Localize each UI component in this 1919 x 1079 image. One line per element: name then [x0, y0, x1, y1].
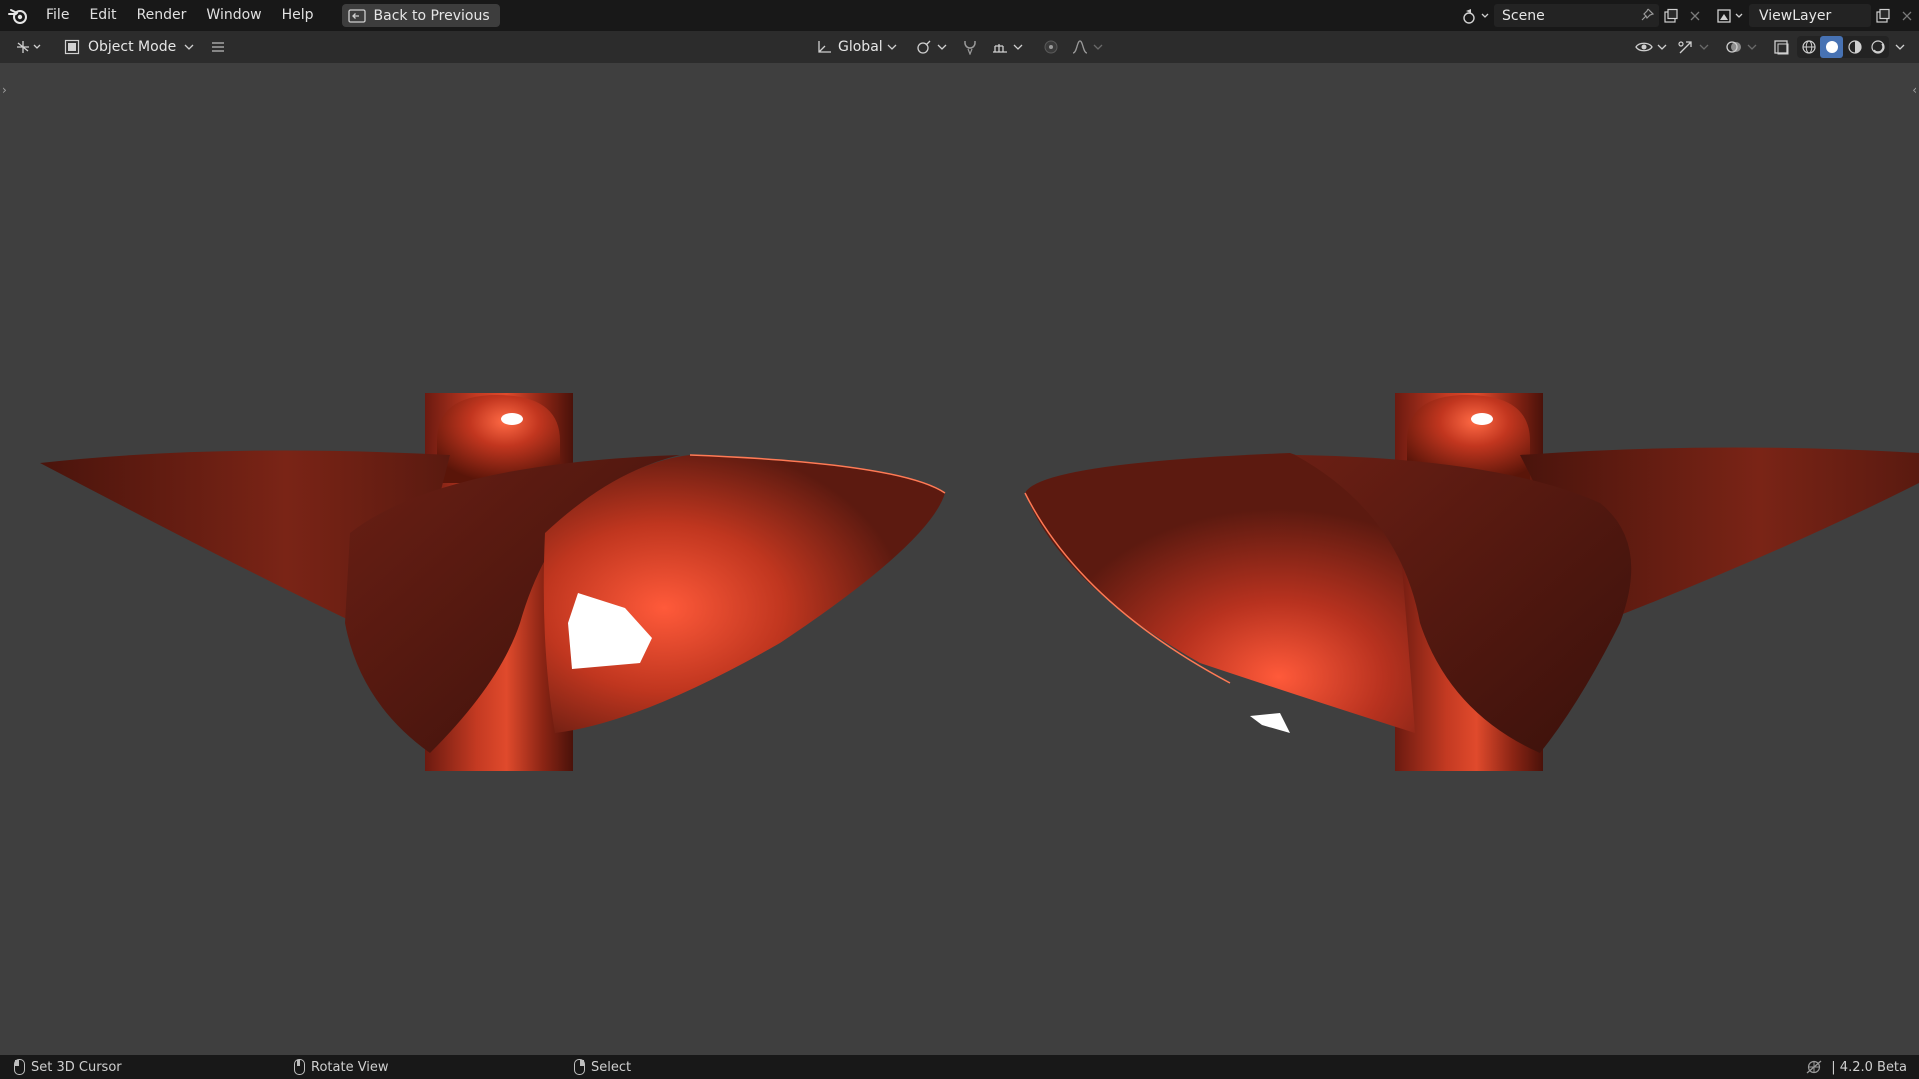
- falloff-curve-icon: [1072, 40, 1087, 54]
- viewport-display-tools: [1631, 31, 1909, 63]
- status-bar: Set 3D Cursor Rotate View Select | 4.2.0…: [0, 1055, 1919, 1079]
- menu-toggle-icon[interactable]: [208, 37, 228, 57]
- chevron-down-icon: [1093, 44, 1103, 50]
- status-left-click: Set 3D Cursor: [14, 1055, 122, 1079]
- scene-name: Scene: [1502, 7, 1545, 24]
- rendered-sphere-icon: [1870, 40, 1885, 54]
- pivot-point-dropdown[interactable]: [911, 35, 951, 59]
- network-disabled-icon: [1806, 1060, 1822, 1074]
- chevron-down-icon: [1657, 44, 1667, 50]
- viewport-header: Object Mode Global: [0, 31, 1919, 63]
- delete-scene-icon[interactable]: [1683, 4, 1707, 27]
- right-propeller: [1024, 393, 1919, 771]
- rendered-shading-button[interactable]: [1866, 36, 1889, 58]
- back-to-previous-button[interactable]: Back to Previous: [341, 4, 500, 27]
- orientation-axes-icon: [818, 41, 831, 53]
- version-label: | 4.2.0 Beta: [1831, 1059, 1907, 1075]
- version-info: | 4.2.0 Beta: [1805, 1055, 1907, 1079]
- snap-toggle[interactable]: [957, 35, 983, 59]
- transform-orientation-label: Global: [838, 39, 883, 55]
- object-mode-dropdown[interactable]: Object Mode: [58, 35, 200, 59]
- wireframe-sphere-icon: [1801, 40, 1816, 54]
- status-right-click-label: Select: [591, 1059, 632, 1075]
- menu-file[interactable]: File: [36, 0, 79, 31]
- view-layer-name: ViewLayer: [1759, 7, 1832, 24]
- propeller-render: [40, 393, 1919, 771]
- view-layer-name-field[interactable]: ViewLayer: [1749, 4, 1871, 27]
- wireframe-shading-button[interactable]: [1797, 36, 1820, 58]
- chevron-down-icon: [1699, 44, 1709, 50]
- chevron-down-icon: [184, 44, 194, 50]
- snap-target-dropdown[interactable]: [987, 35, 1027, 59]
- gizmo-toggle[interactable]: [1673, 35, 1713, 59]
- object-mode-icon: [64, 39, 80, 55]
- back-arrow-icon: [347, 8, 366, 24]
- solid-shading-button[interactable]: [1820, 36, 1843, 58]
- overlays-icon: [1726, 41, 1741, 53]
- blender-logo-icon[interactable]: [0, 0, 36, 31]
- proportional-editing-toggle[interactable]: [1039, 35, 1063, 59]
- chevron-down-icon: [1747, 44, 1757, 50]
- editor-type-icon[interactable]: [12, 35, 46, 59]
- menu-window[interactable]: Window: [196, 0, 271, 31]
- transform-tools: Global: [812, 31, 1107, 63]
- proportional-editing-icon: [1044, 40, 1058, 54]
- magnet-icon: [963, 41, 976, 55]
- transform-orientation-dropdown[interactable]: Global: [812, 35, 901, 59]
- scene-browse-icon[interactable]: [1458, 5, 1494, 27]
- object-mode-label: Object Mode: [88, 39, 177, 55]
- solid-sphere-icon: [1825, 41, 1838, 53]
- xray-icon: [1774, 40, 1789, 55]
- new-view-layer-icon[interactable]: [1871, 4, 1895, 27]
- overlays-toggle[interactable]: [1721, 35, 1761, 59]
- eye-icon: [1635, 42, 1653, 52]
- workspace-selectors: Scene ViewLayer: [1458, 0, 1919, 31]
- chevron-down-icon: [1013, 44, 1023, 50]
- top-menubar: File Edit Render Window Help Back to Pre…: [0, 0, 1919, 31]
- view-layer-browse-icon[interactable]: [1713, 5, 1749, 27]
- chevron-down-icon: [937, 44, 947, 50]
- menu-edit[interactable]: Edit: [79, 0, 126, 31]
- xray-toggle[interactable]: [1769, 35, 1795, 59]
- status-middle-click-label: Rotate View: [311, 1059, 389, 1075]
- object-visibility-dropdown[interactable]: [1631, 35, 1671, 59]
- 3d-viewport[interactable]: › ‹: [0, 63, 1919, 1055]
- chevron-down-icon: [887, 44, 897, 50]
- chevron-down-icon: [1895, 44, 1905, 50]
- mouse-right-icon: [574, 1059, 585, 1075]
- material-sphere-icon: [1847, 40, 1862, 54]
- menu-render[interactable]: Render: [127, 0, 197, 31]
- proportional-falloff-dropdown[interactable]: [1067, 35, 1107, 59]
- material-preview-shading-button[interactable]: [1843, 36, 1866, 58]
- shading-options-dropdown[interactable]: [1891, 35, 1909, 59]
- status-left-click-label: Set 3D Cursor: [31, 1059, 122, 1075]
- gizmo-icon: [1678, 41, 1692, 54]
- scene-name-field[interactable]: Scene: [1494, 4, 1659, 27]
- status-right-click: Select: [574, 1055, 631, 1079]
- left-propeller: [40, 393, 946, 771]
- new-scene-icon[interactable]: [1659, 4, 1683, 27]
- mouse-left-icon: [14, 1059, 25, 1075]
- mouse-middle-icon: [294, 1059, 305, 1075]
- snap-increment-icon: [992, 44, 1007, 53]
- pin-icon[interactable]: [1639, 7, 1655, 27]
- delete-view-layer-icon[interactable]: [1895, 4, 1919, 27]
- status-middle-click: Rotate View: [294, 1055, 389, 1079]
- back-button-label: Back to Previous: [373, 7, 490, 24]
- shading-modes: [1797, 36, 1889, 58]
- pivot-point-icon: [917, 40, 931, 54]
- menu-help[interactable]: Help: [272, 0, 324, 31]
